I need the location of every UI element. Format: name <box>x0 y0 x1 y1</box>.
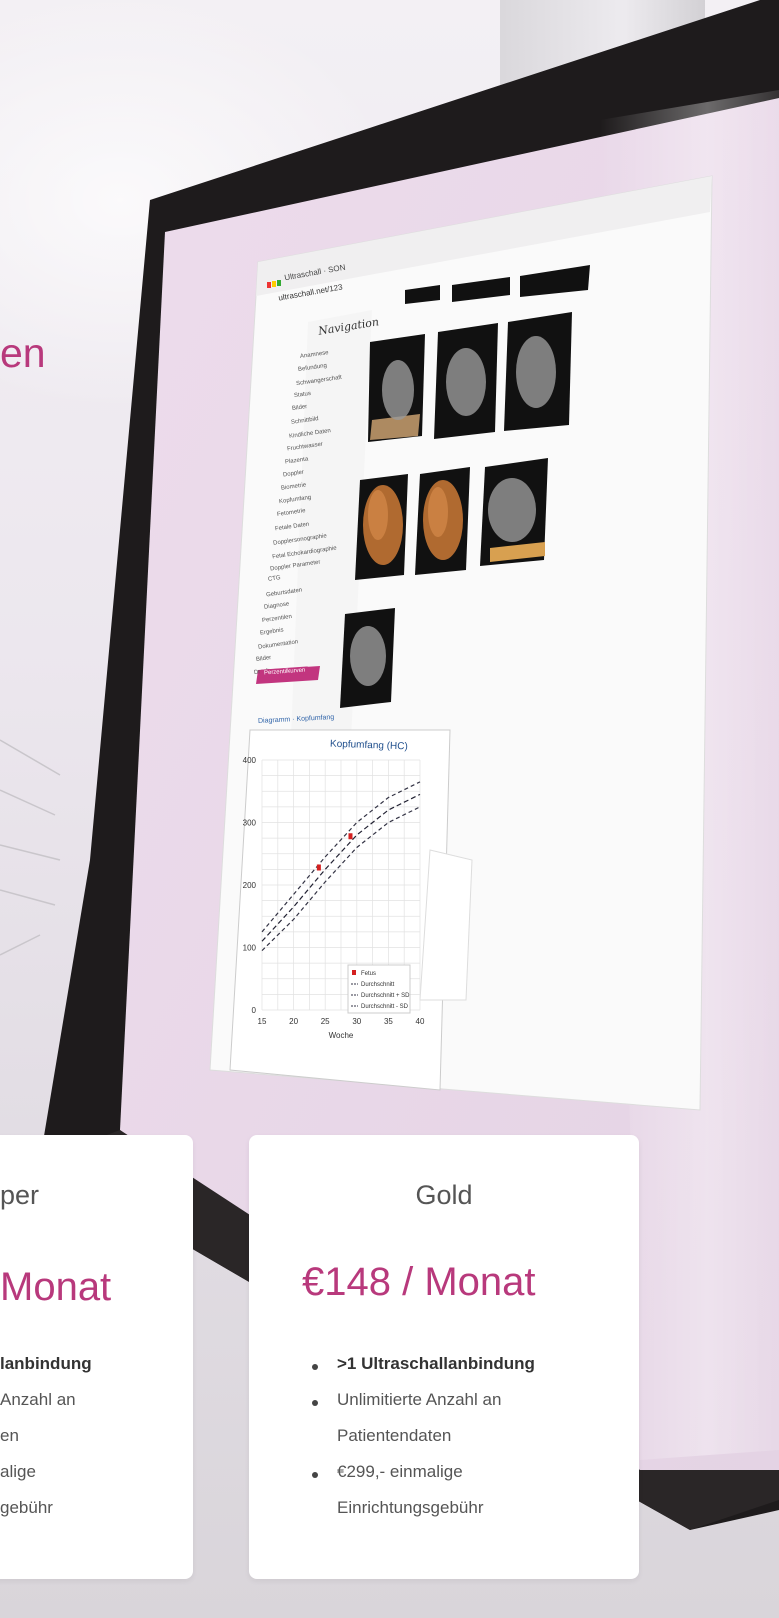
feature: en <box>0 1426 19 1445</box>
pricing-card-gold: Gold €148 / Monat >1 Ultraschallanbindun… <box>249 1135 639 1579</box>
feature: Patientendaten <box>337 1426 452 1445</box>
feature: lanbindung <box>0 1354 92 1373</box>
feature: Einrichtungsgebühr <box>337 1498 484 1517</box>
feature: >1 Ultraschallanbindung <box>337 1354 535 1373</box>
feature: Anzahl an <box>0 1390 76 1409</box>
feature: alige <box>0 1462 36 1481</box>
plan-price: €148 / Monat <box>302 1260 536 1305</box>
plan-name: Gold <box>415 1180 473 1210</box>
price-amount: €148 <box>302 1260 391 1304</box>
feature: €299,- einmalige <box>337 1462 463 1481</box>
feature: Unlimitierte Anzahl an <box>337 1390 502 1409</box>
price-period: / Monat <box>402 1260 536 1304</box>
plan-name: per <box>0 1180 40 1210</box>
bullet <box>312 1364 318 1370</box>
bullet <box>312 1472 318 1478</box>
plan-price: Monat <box>0 1265 112 1309</box>
pricing-card-silver: per Monat lanbindung Anzahl an en alige … <box>0 1135 193 1579</box>
feature: gebühr <box>0 1498 53 1517</box>
bullet <box>312 1400 318 1406</box>
